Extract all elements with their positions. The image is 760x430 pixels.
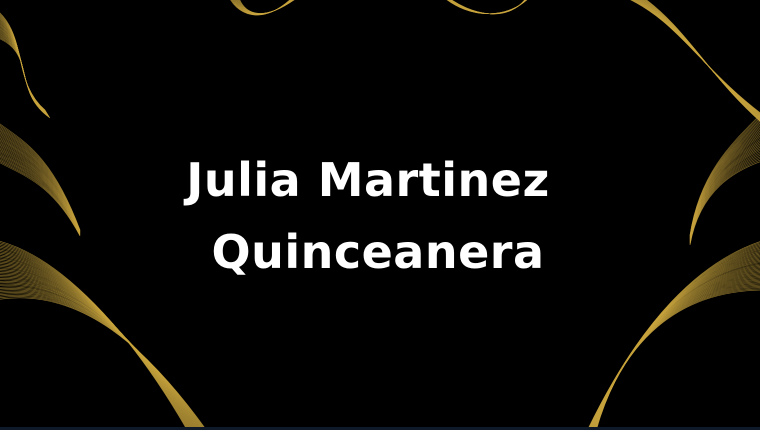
title-line-event: Quinceanera <box>211 225 545 279</box>
event-title: Julia Martinez Quinceanera <box>0 1 748 430</box>
title-line-name: Julia Martinez <box>186 153 550 207</box>
slide: Julia Martinez Quinceanera <box>0 0 760 430</box>
